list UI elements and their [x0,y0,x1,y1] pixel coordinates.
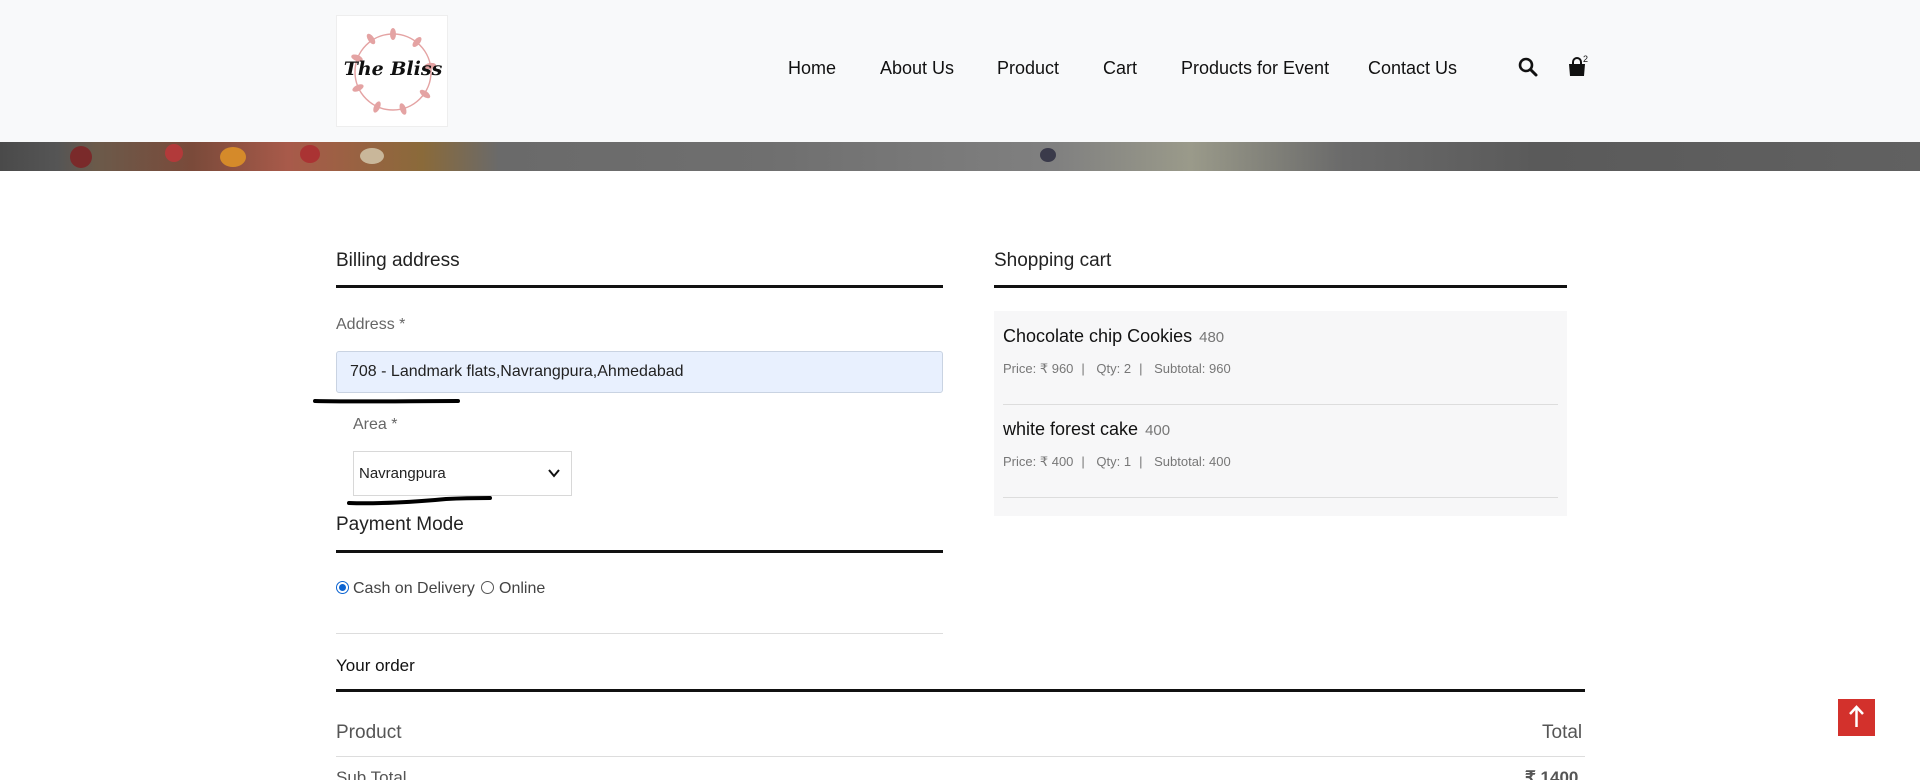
area-label: Area * [353,416,398,433]
nav-product[interactable]: Product [997,58,1059,79]
divider [336,285,943,288]
radio-online[interactable] [481,581,494,594]
address-input[interactable] [336,351,943,393]
item-price: Price: ₹ 400 [1003,454,1074,469]
item-qty: Qty: 2 [1096,361,1132,376]
billing-title: Billing address [336,250,460,271]
back-to-top-button[interactable] [1838,699,1875,736]
col-total: Total [1542,722,1583,743]
nav-cart[interactable]: Cart [1103,58,1137,79]
area-value: Navrangpura [359,465,446,482]
item-subtotal: Subtotal: 400 [1154,454,1231,469]
divider [1003,404,1558,405]
order-title: Your order [336,656,415,675]
item-name[interactable]: white forest cake [1003,419,1138,439]
cart-item: white forest cake 400 Price: ₹ 400 | Qty:… [1003,419,1231,469]
divider [1003,497,1558,498]
hero-banner [0,142,1920,171]
item-unit-price: 480 [1199,329,1225,346]
divider [336,633,943,634]
logo-text: The Bliss [343,58,443,80]
search-icon[interactable] [1517,56,1539,78]
col-product: Product [336,722,402,743]
area-select[interactable]: Navrangpura [353,451,572,496]
cart-list: Chocolate chip Cookies 480 Price: ₹ 960 |… [994,311,1567,516]
item-unit-price: 400 [1145,422,1171,439]
item-subtotal: Subtotal: 960 [1154,361,1231,376]
label-cash-on-delivery[interactable]: Cash on Delivery [353,580,475,598]
item-qty: Qty: 1 [1096,454,1132,469]
cart-count-badge: 2 [1583,54,1589,64]
underline-annotation [313,399,460,404]
label-online[interactable]: Online [499,580,545,598]
divider [336,756,1585,757]
divider [336,550,943,553]
subtotal-label: Sub Total [336,768,407,780]
payment-title: Payment Mode [336,514,464,535]
logo[interactable]: The Bliss [336,15,448,127]
address-label: Address * [336,316,406,333]
nav-home[interactable]: Home [788,58,836,79]
item-price: Price: ₹ 960 [1003,361,1074,376]
arrow-up-icon [1849,705,1864,727]
site-header: The Bliss Home About Us Product Cart Pro… [0,0,1920,142]
nav-contact-us[interactable]: Contact Us [1368,58,1457,79]
nav-about-us[interactable]: About Us [880,58,954,79]
divider [994,285,1567,288]
cart-item: Chocolate chip Cookies 480 Price: ₹ 960 |… [1003,326,1231,376]
item-name[interactable]: Chocolate chip Cookies [1003,326,1192,346]
subtotal-value: ₹ 1400 [1525,768,1579,780]
nav-products-for-event[interactable]: Products for Event [1181,58,1329,79]
radio-cash-on-delivery[interactable] [336,581,349,594]
cart-title: Shopping cart [994,250,1112,271]
chevron-down-icon [548,469,560,478]
divider [336,689,1585,692]
